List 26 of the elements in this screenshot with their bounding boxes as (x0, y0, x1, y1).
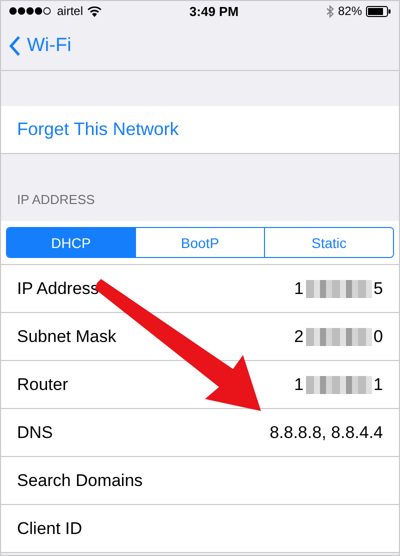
segment-tab[interactable]: Static (264, 228, 393, 257)
segment-tab[interactable]: DHCP (7, 228, 135, 257)
forget-network-link[interactable]: Forget This Network (17, 119, 179, 140)
chevron-left-icon (9, 36, 21, 56)
row-value: 2 (294, 326, 304, 346)
back-button[interactable]: Wi-Fi (9, 34, 72, 56)
row-value: 1 (294, 374, 304, 394)
row-label: Subnet Mask (17, 326, 116, 346)
row-label: Search Domains (17, 470, 143, 490)
section-header: IP ADDRESS (17, 192, 95, 207)
carrier-name: airtel (57, 4, 84, 18)
battery-icon (366, 6, 391, 16)
row-value: 8.8.8.8, 8.8.4.4 (270, 422, 383, 442)
status-time: 3:49 PM (189, 4, 239, 18)
row-value: 5 (374, 278, 383, 298)
row-value: 0 (374, 326, 383, 346)
row-label: Client ID (17, 518, 82, 538)
row-label: IP Address (17, 278, 99, 298)
row-value: 1 (294, 278, 304, 298)
row-value: 1 (374, 374, 383, 394)
row-label: DNS (17, 422, 53, 442)
row-label: Router (17, 374, 68, 394)
battery-percent: 82% (338, 4, 362, 18)
wifi-icon (87, 6, 102, 16)
signal-icon (9, 7, 53, 15)
bluetooth-icon (326, 4, 334, 18)
